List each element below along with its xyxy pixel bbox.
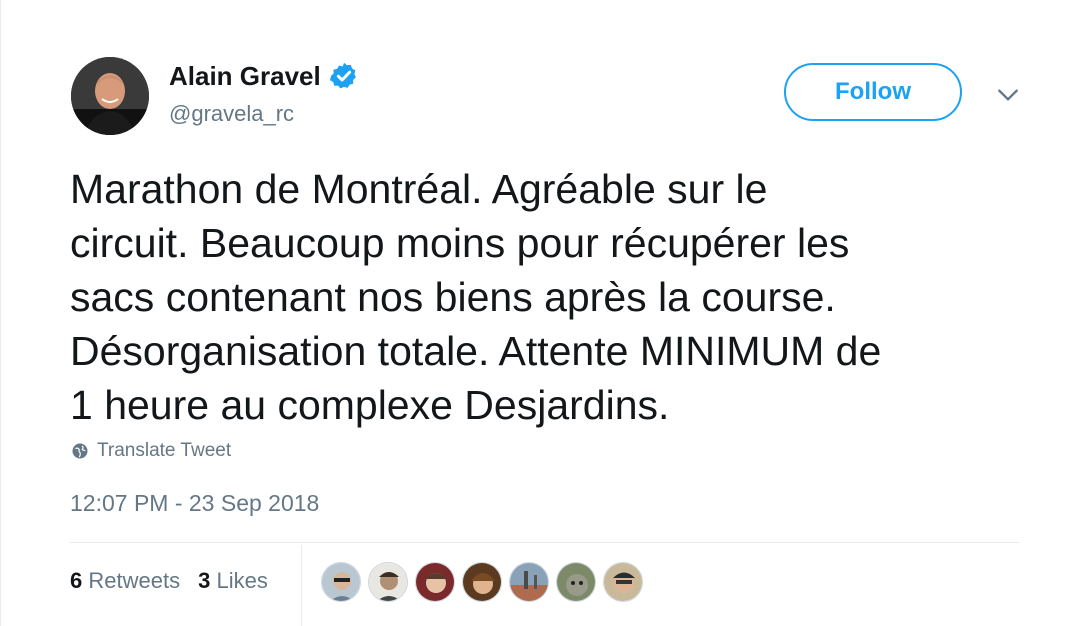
- likes-count: 3: [198, 568, 211, 593]
- avatar-image: [71, 57, 149, 135]
- liker-avatar[interactable]: [462, 562, 502, 602]
- tweet-timestamp[interactable]: 12:07 PM - 23 Sep 2018: [70, 490, 319, 517]
- chevron-down-icon[interactable]: [995, 82, 1021, 108]
- retweets-count: 6: [70, 568, 83, 593]
- translate-tweet-link[interactable]: Translate Tweet: [71, 440, 231, 462]
- translate-label: Translate Tweet: [97, 440, 232, 461]
- liker-avatars: [321, 562, 643, 602]
- liker-avatar[interactable]: [556, 562, 596, 602]
- retweets-label: Retweets: [88, 568, 181, 593]
- author-name-text: Alain Gravel: [169, 61, 321, 91]
- stats-divider: [70, 542, 1020, 543]
- liker-avatar[interactable]: [321, 562, 361, 602]
- tweet-card: Alain Gravel @gravela_rc Follow Marathon…: [0, 0, 1084, 626]
- author-name[interactable]: Alain Gravel: [169, 60, 359, 92]
- liker-avatar[interactable]: [509, 562, 549, 602]
- likes-stat[interactable]: 3 Likes: [198, 568, 268, 594]
- liker-avatar[interactable]: [603, 562, 643, 602]
- retweets-stat[interactable]: 6 Retweets: [70, 568, 180, 594]
- verified-badge-icon: [329, 62, 356, 89]
- tweet-text: Marathon de Montréal. Agréable sur le ci…: [70, 166, 882, 428]
- globe-icon: [72, 443, 88, 459]
- likes-label: Likes: [216, 568, 268, 593]
- author-handle[interactable]: @gravela_rc: [169, 100, 294, 128]
- liker-avatar[interactable]: [368, 562, 408, 602]
- follow-button[interactable]: Follow: [784, 63, 962, 121]
- author-avatar[interactable]: [71, 57, 149, 135]
- liker-avatar[interactable]: [415, 562, 455, 602]
- tweet-stats: 6 Retweets 3 Likes: [70, 568, 268, 594]
- stats-vertical-divider: [301, 545, 302, 626]
